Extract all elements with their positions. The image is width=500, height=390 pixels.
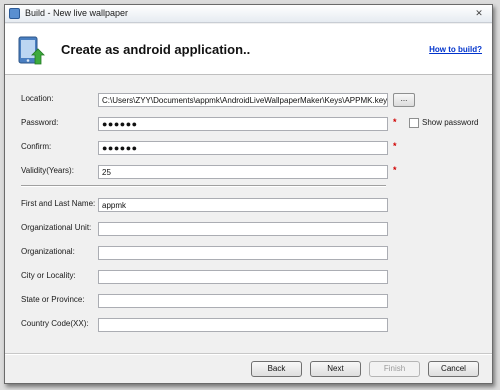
footer-divider bbox=[5, 353, 492, 355]
app-window-icon bbox=[9, 8, 20, 19]
show-password-label[interactable]: Show password bbox=[422, 118, 478, 127]
organizational-label: Organizational: bbox=[21, 247, 75, 256]
city-field[interactable] bbox=[98, 270, 388, 284]
confirm-field[interactable]: ●●●●●● bbox=[98, 141, 388, 155]
state-label: State or Province: bbox=[21, 295, 85, 304]
dialog-header: Create as android application.. How to b… bbox=[5, 24, 492, 75]
confirm-label: Confirm: bbox=[21, 142, 52, 151]
confirm-required-mark: * bbox=[393, 141, 397, 151]
how-to-build-link[interactable]: How to build? bbox=[429, 45, 482, 54]
location-field[interactable]: C:\Users\ZYY\Documents\appmk\AndroidLive… bbox=[98, 93, 388, 107]
build-dialog: Build - New live wallpaper ✕ Create as a… bbox=[4, 4, 493, 384]
section-divider bbox=[21, 185, 386, 187]
organizational-unit-label: Organizational Unit: bbox=[21, 223, 92, 232]
password-label: Password: bbox=[21, 118, 59, 127]
back-button[interactable]: Back bbox=[251, 361, 302, 377]
cancel-button[interactable]: Cancel bbox=[428, 361, 479, 377]
close-button[interactable]: ✕ bbox=[472, 8, 486, 19]
validity-label: Validity(Years): bbox=[21, 166, 74, 175]
first-last-name-label: First and Last Name: bbox=[21, 199, 96, 208]
android-phone-icon bbox=[18, 36, 45, 65]
state-field[interactable] bbox=[98, 294, 388, 308]
password-required-mark: * bbox=[393, 117, 397, 127]
country-code-label: Country Code(XX): bbox=[21, 319, 89, 328]
next-button[interactable]: Next bbox=[310, 361, 361, 377]
city-label: City or Locality: bbox=[21, 271, 76, 280]
validity-field[interactable]: 25 bbox=[98, 165, 388, 179]
organizational-unit-field[interactable] bbox=[98, 222, 388, 236]
finish-button[interactable]: Finish bbox=[369, 361, 420, 377]
first-last-name-field[interactable]: appmk bbox=[98, 198, 388, 212]
validity-required-mark: * bbox=[393, 165, 397, 175]
country-code-field[interactable] bbox=[98, 318, 388, 332]
window-title: Build - New live wallpaper bbox=[25, 8, 129, 18]
location-label: Location: bbox=[21, 94, 54, 103]
organizational-field[interactable] bbox=[98, 246, 388, 260]
browse-button[interactable]: ... bbox=[393, 93, 415, 107]
title-bar: Build - New live wallpaper ✕ bbox=[5, 5, 492, 23]
page-title: Create as android application.. bbox=[61, 42, 251, 57]
show-password-checkbox[interactable] bbox=[409, 118, 419, 128]
password-field[interactable]: ●●●●●● bbox=[98, 117, 388, 131]
